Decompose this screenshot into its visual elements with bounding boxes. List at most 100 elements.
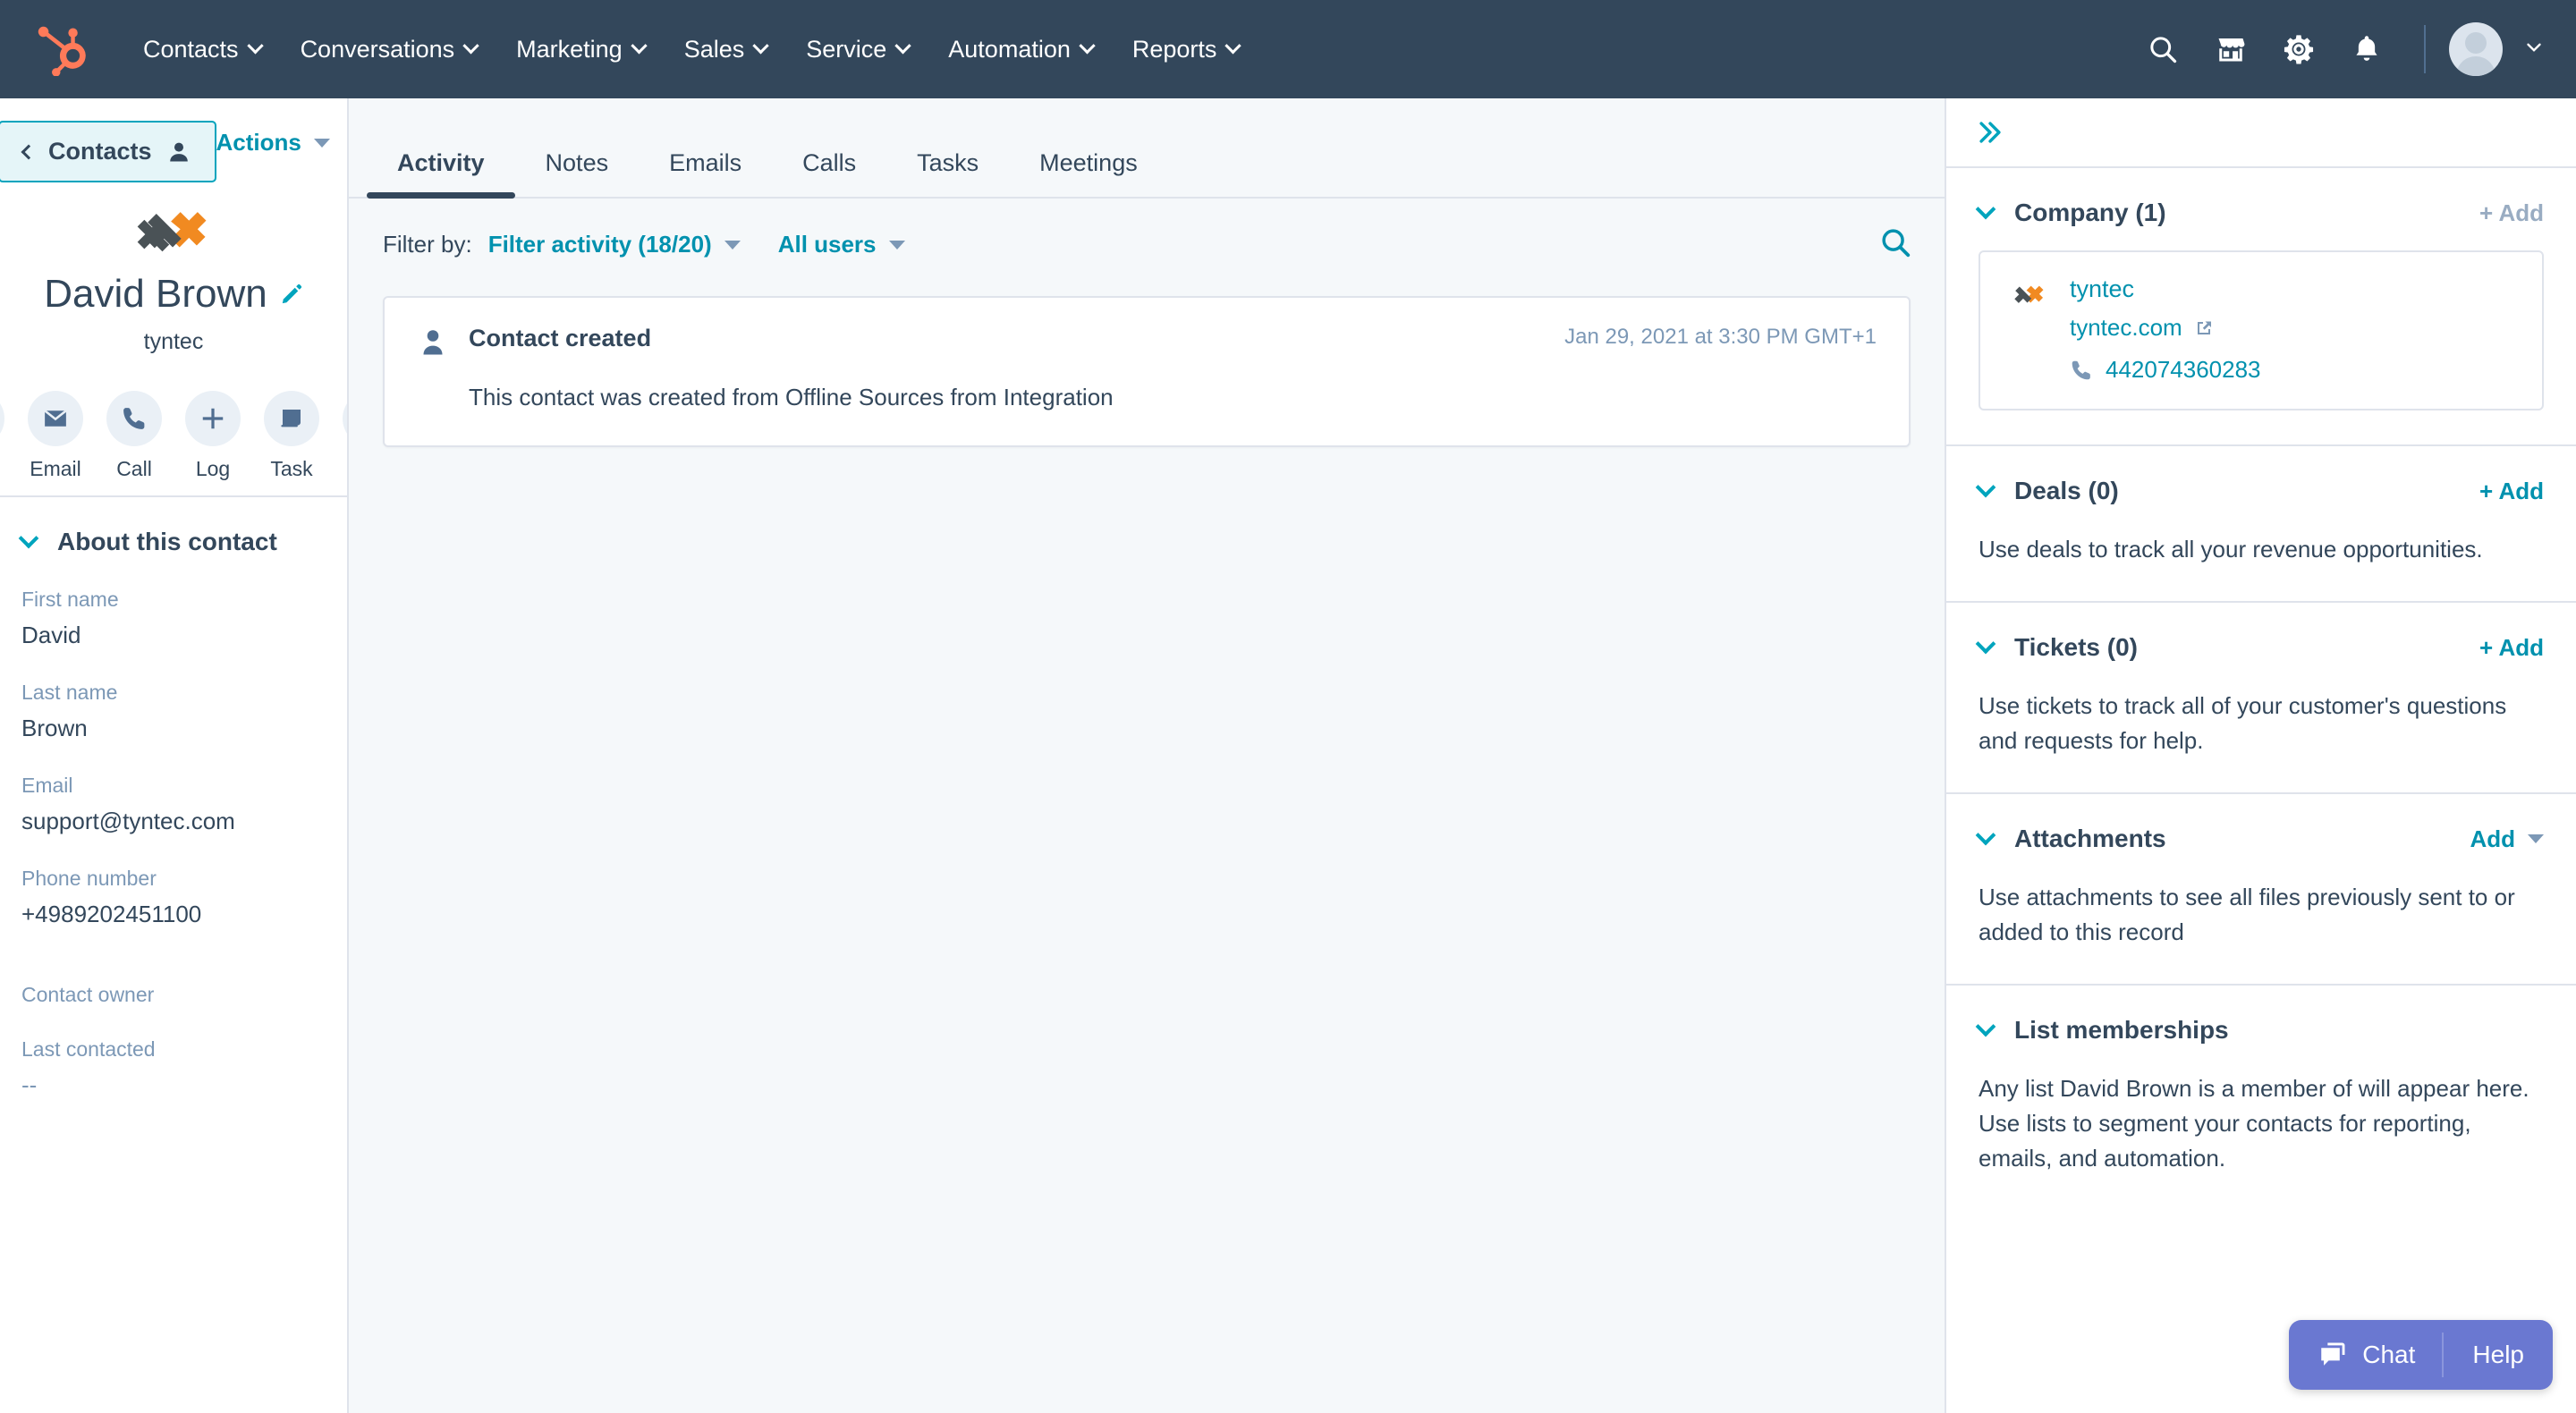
main-nav-items: Contacts Conversations Marketing Sales S…	[123, 35, 1259, 63]
company-phone-link[interactable]: 442074360283	[2070, 356, 2515, 384]
add-attachment-label: Add	[2470, 825, 2515, 852]
nav-item-label: Conversations	[300, 35, 455, 63]
nav-item-reports[interactable]: Reports	[1113, 37, 1259, 62]
chevron-down-icon[interactable]	[1975, 1016, 1996, 1037]
activity-item[interactable]: Contact created Jan 29, 2021 at 3:30 PM …	[383, 296, 1911, 447]
gear-icon	[2284, 35, 2314, 64]
log-button[interactable]	[185, 391, 241, 446]
quick-action-meet[interactable]: Meet	[343, 391, 347, 481]
envelope-icon	[44, 410, 67, 427]
contact-sidebar: Contacts Actions David Brown tyntec Emai…	[0, 98, 349, 1413]
company-card[interactable]: tyntec tyntec.com 442074360283	[1979, 250, 2544, 410]
tab-tasks[interactable]: Tasks	[886, 149, 1009, 197]
nav-item-contacts[interactable]: Contacts	[123, 35, 281, 63]
filter-users-label: All users	[777, 231, 877, 258]
activity-search-button[interactable]	[1878, 225, 1912, 264]
nav-item-service[interactable]: Service	[786, 37, 928, 62]
caret-down-icon	[313, 138, 330, 148]
filter-activity-dropdown[interactable]: Filter activity (18/20)	[488, 231, 741, 258]
field-value[interactable]: +4989202451100	[21, 901, 326, 928]
company-name-link[interactable]: tyntec	[2070, 275, 2515, 303]
activity-filter-bar: Filter by: Filter activity (18/20) All u…	[349, 199, 1945, 264]
attachments-section: Attachments Add Use attachments to see a…	[1946, 794, 2576, 986]
avatar[interactable]	[2449, 22, 2503, 76]
marketplace-icon	[2218, 38, 2245, 62]
global-search-button[interactable]	[2129, 15, 2197, 83]
notifications-button[interactable]	[2333, 15, 2401, 83]
activity-item-header: Contact created Jan 29, 2021 at 3:30 PM …	[417, 325, 1877, 359]
tab-emails[interactable]: Emails	[639, 149, 772, 197]
field-last-contacted: Last contacted --	[0, 1036, 347, 1099]
activity-timeline: Contact created Jan 29, 2021 at 3:30 PM …	[349, 264, 1945, 447]
nav-item-conversations[interactable]: Conversations	[281, 35, 497, 63]
add-deal-button[interactable]: + Add	[2479, 478, 2544, 505]
activity-title: Contact created	[469, 325, 652, 351]
about-section-title: About this contact	[57, 528, 277, 555]
nav-item-automation[interactable]: Automation	[928, 35, 1113, 63]
back-button-label: Contacts	[48, 138, 152, 165]
nav-item-label: Automation	[948, 35, 1071, 63]
quick-action-task[interactable]: Task	[264, 391, 319, 481]
marketplace-button[interactable]	[2197, 15, 2265, 83]
note-button[interactable]	[0, 391, 4, 446]
list-memberships-section: List memberships Any list David Brown is…	[1946, 986, 2576, 1210]
add-company-button[interactable]: + Add	[2479, 199, 2544, 227]
chevron-down-icon[interactable]	[1975, 825, 1996, 846]
caret-down-icon	[724, 240, 741, 250]
nav-right-tools	[2129, 15, 2546, 83]
deals-empty-text: Use deals to track all your revenue oppo…	[1979, 536, 2483, 563]
activity-body: This contact was created from Offline So…	[469, 384, 1114, 410]
add-ticket-button[interactable]: + Add	[2479, 634, 2544, 662]
field-value[interactable]: David	[21, 622, 326, 649]
nav-item-sales[interactable]: Sales	[665, 37, 787, 62]
contact-name-text: David Brown	[44, 272, 267, 316]
expand-sidebar-button[interactable]	[1975, 117, 2005, 148]
email-button[interactable]	[28, 391, 83, 446]
hubspot-logo-icon[interactable]	[34, 22, 88, 76]
contact-person-icon	[423, 330, 443, 355]
company-section: Company (1) + Add tyntec tyntec.com 4420…	[1946, 168, 2576, 446]
tab-activity[interactable]: Activity	[367, 149, 515, 199]
field-value[interactable]: Brown	[21, 715, 326, 742]
nav-item-marketing[interactable]: Marketing	[496, 37, 665, 62]
quick-action-call[interactable]: Call	[106, 391, 162, 481]
quick-action-email[interactable]: Email	[28, 391, 83, 481]
call-button[interactable]	[106, 391, 162, 446]
chevron-down-icon	[1079, 37, 1096, 54]
task-button[interactable]	[264, 391, 319, 446]
avatar-chevron-down-icon[interactable]	[2522, 36, 2546, 63]
field-phone-number: Phone number +4989202451100	[0, 866, 347, 928]
chevron-down-icon	[18, 528, 39, 549]
chevron-down-icon[interactable]	[1975, 477, 1996, 498]
tab-notes[interactable]: Notes	[515, 149, 640, 197]
chevron-down-icon[interactable]	[1975, 199, 1996, 220]
meet-button[interactable]	[343, 391, 347, 446]
help-button[interactable]: Help	[2444, 1320, 2553, 1390]
back-to-contacts-button[interactable]: Contacts	[0, 121, 216, 182]
chevron-down-icon[interactable]	[1975, 633, 1996, 655]
company-website-link[interactable]: tyntec.com	[2070, 314, 2515, 342]
actions-dropdown-button[interactable]: Actions	[216, 129, 330, 157]
field-first-name: First name David	[0, 587, 347, 649]
settings-button[interactable]	[2265, 15, 2333, 83]
add-attachment-button[interactable]: Add	[2470, 825, 2544, 853]
chat-button[interactable]: Chat	[2289, 1320, 2442, 1390]
about-section-header[interactable]: About this contact	[0, 528, 347, 556]
phone-icon	[2072, 360, 2090, 379]
company-phone-text: 442074360283	[2106, 356, 2261, 383]
tyntec-logo	[2014, 285, 2044, 303]
field-value[interactable]: support@tyntec.com	[21, 808, 326, 835]
field-value[interactable]: --	[21, 1071, 326, 1099]
pencil-icon[interactable]	[280, 283, 303, 306]
tyntec-logo	[137, 212, 207, 252]
chevron-down-icon	[752, 37, 769, 54]
tab-calls[interactable]: Calls	[772, 149, 886, 197]
top-navigation-bar: Contacts Conversations Marketing Sales S…	[0, 0, 2576, 98]
activity-panel: Activity Notes Emails Calls Tasks Meetin…	[349, 98, 1946, 1413]
filter-users-dropdown[interactable]: All users	[778, 231, 905, 258]
company-website-text: tyntec.com	[2070, 314, 2182, 341]
quick-action-log[interactable]: Log	[185, 391, 241, 481]
tab-meetings[interactable]: Meetings	[1009, 149, 1168, 197]
nav-item-label: Contacts	[143, 35, 239, 63]
quick-action-note[interactable]: Note	[0, 391, 4, 481]
